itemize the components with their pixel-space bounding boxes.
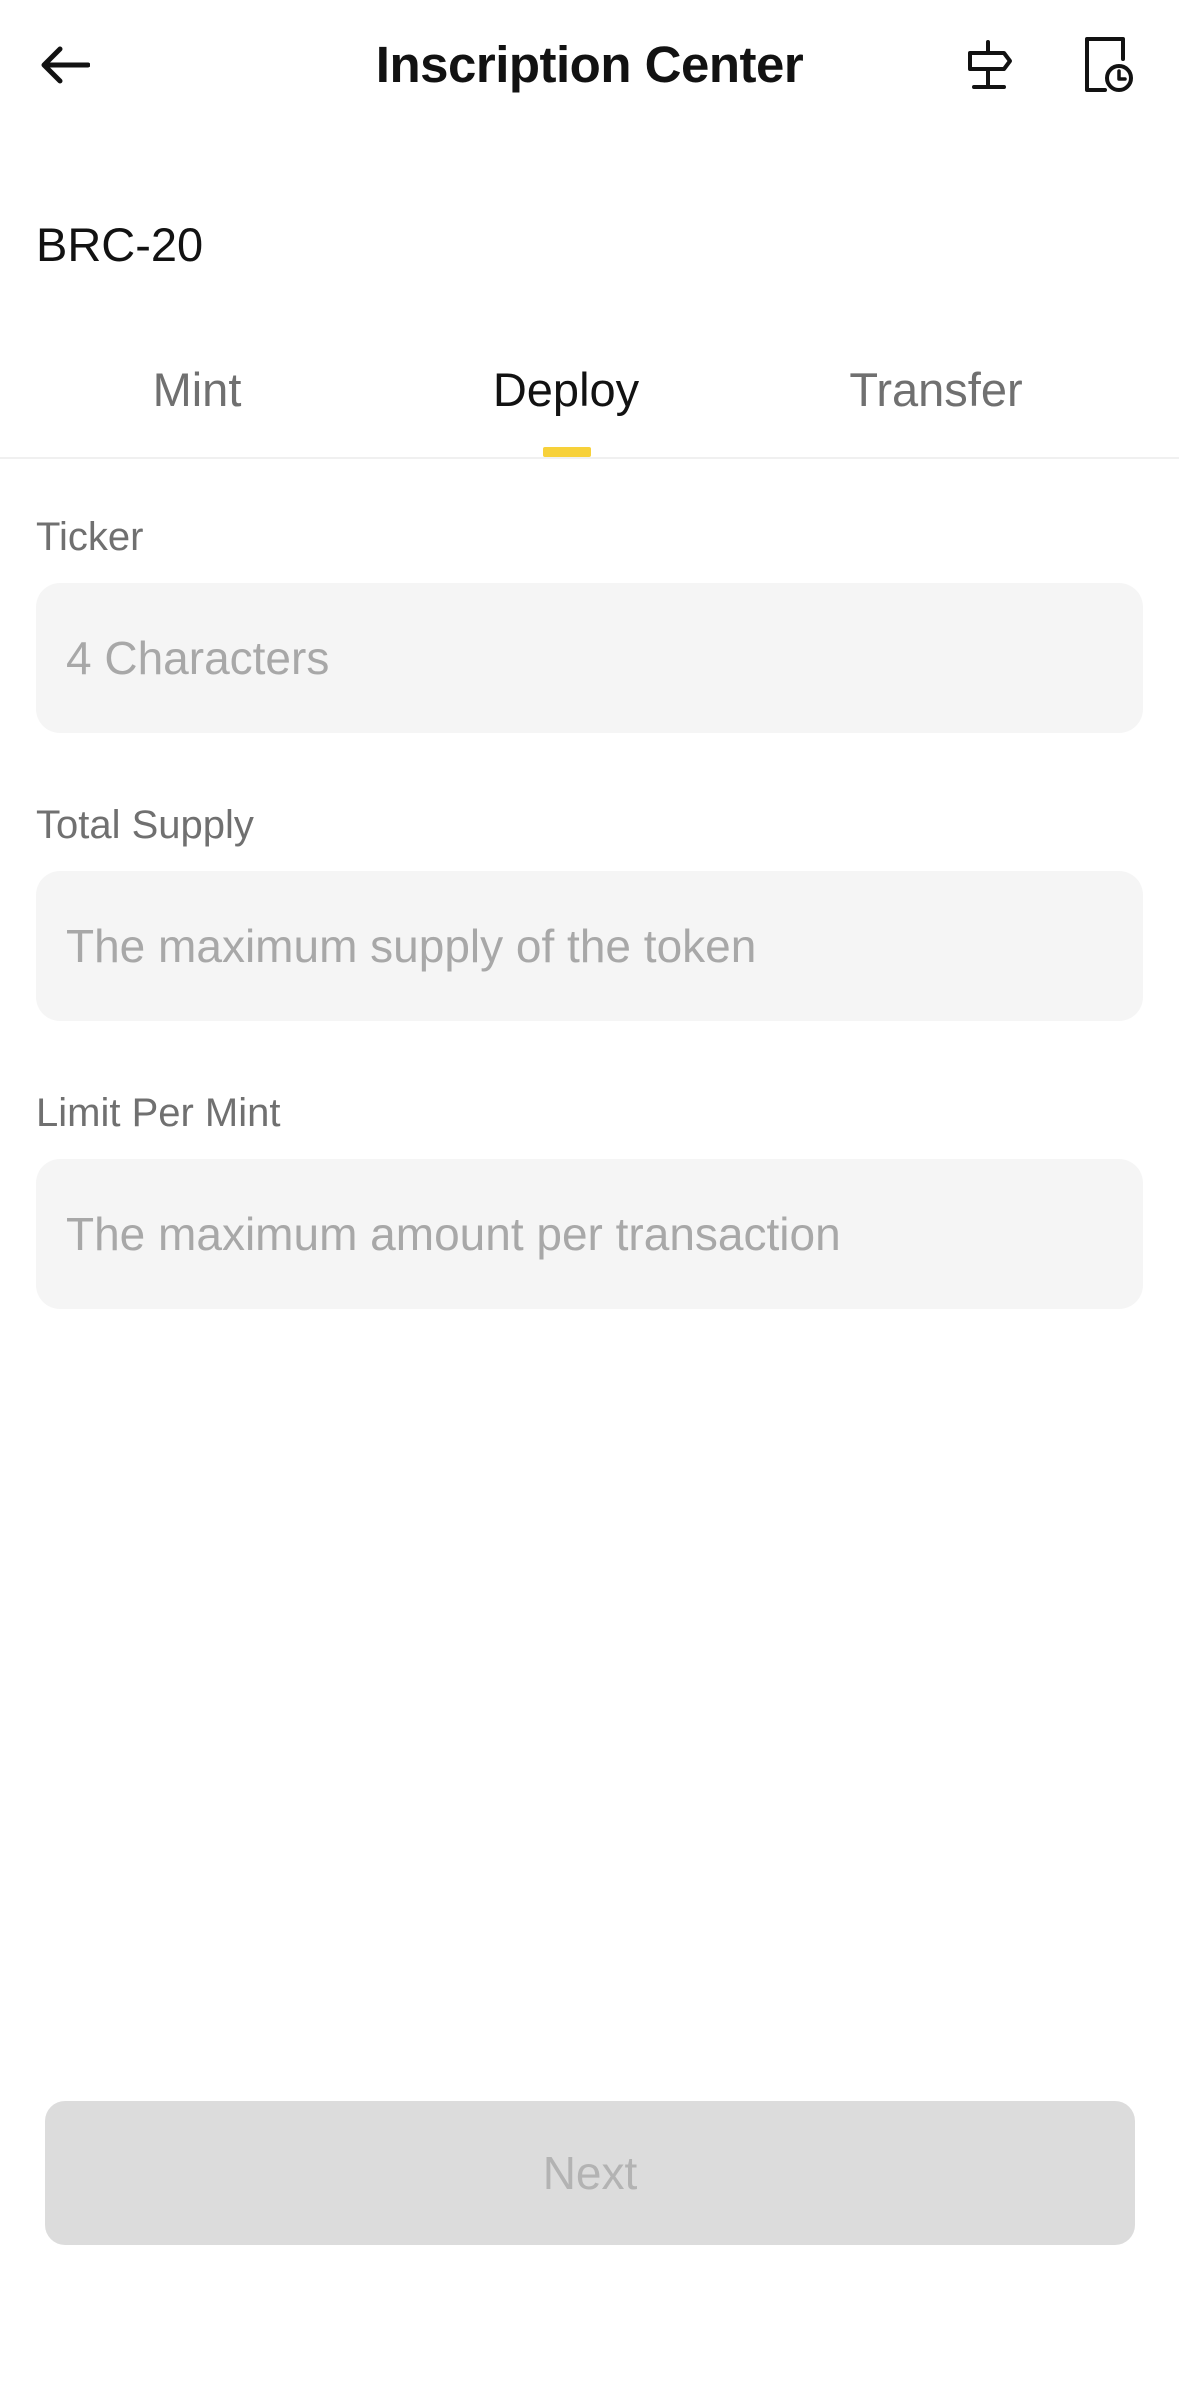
ticker-label: Ticker <box>36 515 144 559</box>
total-supply-label: Total Supply <box>36 803 254 847</box>
tab-bar: Mint Deploy Transfer <box>0 345 1179 459</box>
tab-transfer[interactable]: Transfer <box>786 345 1086 457</box>
signpost-button[interactable] <box>955 30 1025 100</box>
tab-mint[interactable]: Mint <box>47 345 347 457</box>
limit-per-mint-label: Limit Per Mint <box>36 1091 281 1135</box>
section-title: BRC-20 <box>36 218 204 271</box>
signpost-icon <box>968 40 1012 89</box>
limit-per-mint-input[interactable] <box>36 1159 1143 1309</box>
ticker-input[interactable] <box>36 583 1143 733</box>
inscription-center-page: Inscription Center BRC-20 Mint Deploy Tr… <box>0 0 1179 2396</box>
header-bar: Inscription Center <box>0 0 1179 130</box>
total-supply-input[interactable] <box>36 871 1143 1021</box>
tab-deploy[interactable]: Deploy <box>416 345 716 457</box>
document-clock-icon <box>1085 37 1133 92</box>
next-button[interactable]: Next <box>45 2101 1135 2245</box>
active-tab-indicator <box>543 447 591 457</box>
history-button[interactable] <box>1073 30 1143 100</box>
